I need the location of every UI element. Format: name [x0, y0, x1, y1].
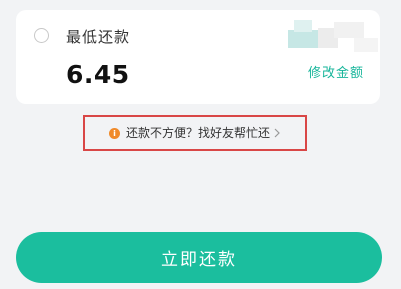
repayment-card: 最低还款 6.45 修改金额: [16, 10, 380, 104]
pay-now-button[interactable]: 立即还款: [16, 232, 382, 283]
modify-amount-link[interactable]: 修改金额: [308, 66, 364, 82]
ask-friend-help-text: 还款不方便？找好友帮忙还: [125, 126, 270, 140]
minimum-payment-radio[interactable]: [34, 28, 49, 43]
minimum-payment-label: 最低还款: [66, 28, 131, 46]
ask-friend-help-banner[interactable]: i 还款不方便？找好友帮忙还: [83, 115, 307, 151]
chevron-right-icon: [274, 128, 280, 138]
minimum-payment-amount: 6.45: [66, 60, 130, 89]
info-icon: i: [108, 127, 120, 139]
